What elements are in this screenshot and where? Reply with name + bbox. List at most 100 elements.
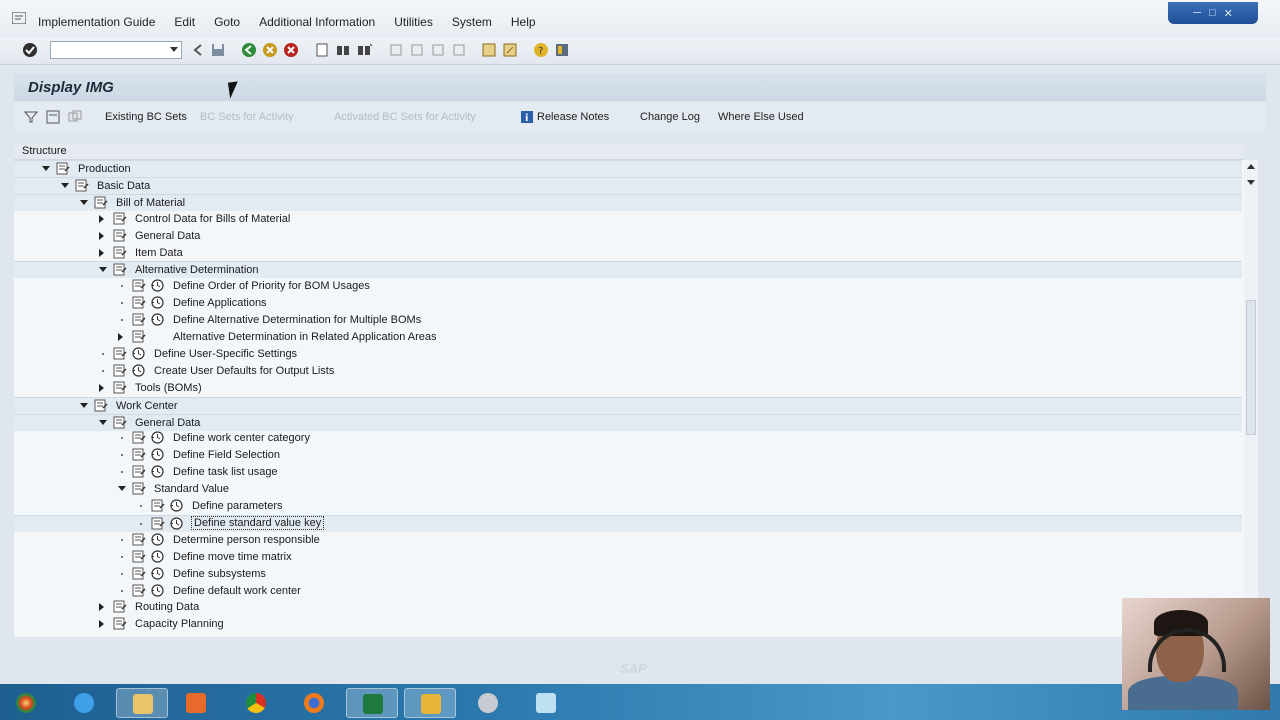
tree-node[interactable]: Production <box>14 160 1242 177</box>
back-arrow-icon[interactable] <box>190 42 206 58</box>
customize-layout-icon[interactable] <box>554 42 570 58</box>
execute-activity-icon[interactable] <box>151 431 164 444</box>
tree-node-label[interactable]: Control Data for Bills of Material <box>135 213 290 225</box>
previous-page-icon[interactable] <box>409 42 425 58</box>
tree-node-label[interactable]: General Data <box>135 417 200 429</box>
documentation-icon[interactable] <box>75 179 89 192</box>
menu-item-implementation-guide[interactable]: Implementation Guide <box>38 15 155 29</box>
documentation-icon[interactable] <box>132 448 146 461</box>
documentation-icon[interactable] <box>113 229 127 242</box>
collapse-arrow-icon[interactable] <box>118 486 126 492</box>
tree-node-label[interactable]: Define work center category <box>173 432 310 444</box>
execute-activity-icon[interactable] <box>151 448 164 461</box>
tree-node[interactable]: Define parameters <box>14 498 1242 514</box>
tree-node-label[interactable]: Routing Data <box>135 601 199 613</box>
documentation-icon[interactable] <box>113 347 127 360</box>
minimize-icon[interactable]: ─ <box>1193 7 1201 19</box>
documentation-icon[interactable] <box>132 584 146 597</box>
execute-activity-icon[interactable] <box>151 465 164 478</box>
execute-activity-icon[interactable] <box>151 533 164 546</box>
execute-activity-icon[interactable] <box>170 517 183 530</box>
taskbar-chrome[interactable] <box>230 688 282 718</box>
chevron-down-icon[interactable] <box>170 47 178 52</box>
tree-node-label[interactable]: Tools (BOMs) <box>135 382 202 394</box>
maximize-icon[interactable]: □ <box>1209 7 1216 19</box>
tree-node[interactable]: Tools (BOMs) <box>14 380 1242 396</box>
tree-node-label[interactable]: Item Data <box>135 247 183 259</box>
start-button[interactable] <box>0 688 52 718</box>
create-session-icon[interactable] <box>481 42 497 58</box>
execute-activity-icon[interactable] <box>132 347 145 360</box>
documentation-icon[interactable] <box>113 364 127 377</box>
bc-sets-for-activity-button[interactable]: BC Sets for Activity <box>200 111 294 123</box>
execute-activity-icon[interactable] <box>151 566 164 580</box>
documentation-icon[interactable] <box>132 465 146 478</box>
tree-node-label[interactable]: Create User Defaults for Output Lists <box>154 365 334 377</box>
tree-node[interactable]: Define subsystems <box>14 566 1242 582</box>
tree-node-label[interactable]: Standard Value <box>154 483 229 495</box>
tree-node[interactable]: Define Order of Priority for BOM Usages <box>14 278 1242 294</box>
execute-activity-icon[interactable] <box>151 313 164 326</box>
tree-node[interactable]: General Data <box>14 413 1242 431</box>
cancel-icon[interactable] <box>283 42 299 58</box>
documentation-icon[interactable] <box>56 162 70 175</box>
execute-activity-icon[interactable] <box>151 583 164 597</box>
documentation-icon[interactable] <box>132 313 146 326</box>
tree-node-label[interactable]: Bill of Material <box>116 197 185 209</box>
expand-subtree-icon[interactable] <box>68 110 82 124</box>
tree-node[interactable]: Determine person responsible <box>14 532 1242 548</box>
collapse-arrow-icon[interactable] <box>42 166 50 171</box>
tree-node-label[interactable]: Define Applications <box>173 297 267 309</box>
close-icon[interactable]: ✕ <box>1224 7 1233 20</box>
documentation-icon[interactable] <box>132 431 146 444</box>
documentation-icon[interactable] <box>113 212 127 225</box>
documentation-icon[interactable] <box>113 381 127 394</box>
tree-node-label[interactable]: Define task list usage <box>173 466 278 478</box>
tree-node-label[interactable]: Define User-Specific Settings <box>154 348 297 360</box>
scrollbar-thumb[interactable] <box>1246 300 1256 435</box>
menu-item-utilities[interactable]: Utilities <box>394 15 433 29</box>
release-notes-button[interactable]: Release Notes <box>537 111 609 123</box>
tree-node[interactable]: Bill of Material <box>14 193 1242 211</box>
documentation-icon[interactable] <box>113 617 127 630</box>
tree-node-label[interactable]: Production <box>78 163 131 175</box>
first-page-icon[interactable] <box>388 42 404 58</box>
taskbar-file-explorer[interactable] <box>116 688 168 718</box>
tree-node[interactable]: Item Data <box>14 245 1242 261</box>
collapse-arrow-icon[interactable] <box>80 402 88 408</box>
documentation-icon[interactable] <box>151 499 165 512</box>
activated-bc-sets-button[interactable]: Activated BC Sets for Activity <box>334 111 476 123</box>
existing-bc-sets-button[interactable]: Existing BC Sets <box>105 111 187 123</box>
documentation-icon[interactable] <box>113 416 127 429</box>
last-page-icon[interactable] <box>451 42 467 58</box>
documentation-icon[interactable] <box>132 482 146 495</box>
documentation-icon[interactable] <box>132 296 146 309</box>
tree-node-label[interactable]: Alternative Determination <box>135 264 259 276</box>
command-field[interactable] <box>50 41 182 59</box>
expand-arrow-icon[interactable] <box>99 231 104 240</box>
system-menu-icon[interactable] <box>12 12 26 24</box>
execute-activity-icon[interactable] <box>151 550 164 563</box>
tree-node-label[interactable]: Basic Data <box>97 180 150 192</box>
exit-icon[interactable] <box>262 42 278 58</box>
scroll-up-icon[interactable] <box>1247 164 1255 169</box>
tree-node-label[interactable]: Define move time matrix <box>173 551 292 563</box>
tree-node[interactable]: Define standard value key <box>14 514 1242 532</box>
taskbar-sap-logon[interactable] <box>404 688 456 718</box>
expand-arrow-icon[interactable] <box>99 248 104 257</box>
tree-node[interactable]: Work Center <box>14 396 1242 414</box>
tree-node-label[interactable]: Define Alternative Determination for Mul… <box>173 314 421 326</box>
expand-arrow-icon[interactable] <box>99 620 104 629</box>
tree-node-label[interactable]: Work Center <box>116 400 178 412</box>
tree-node[interactable]: Define task list usage <box>14 464 1242 480</box>
tree-node[interactable]: Define Field Selection <box>14 447 1242 463</box>
sap-reference-img-icon[interactable] <box>46 110 60 124</box>
enter-check-icon[interactable] <box>22 42 38 58</box>
tree-node[interactable]: Capacity Planning <box>14 616 1242 632</box>
menu-item-system[interactable]: System <box>452 15 492 29</box>
tree-node[interactable]: Define Alternative Determination for Mul… <box>14 312 1242 328</box>
tree-node-label[interactable]: Define default work center <box>173 585 301 597</box>
execute-activity-icon[interactable] <box>132 364 145 377</box>
tree-node[interactable]: Define move time matrix <box>14 549 1242 565</box>
tree-node-label[interactable]: Determine person responsible <box>173 534 320 546</box>
